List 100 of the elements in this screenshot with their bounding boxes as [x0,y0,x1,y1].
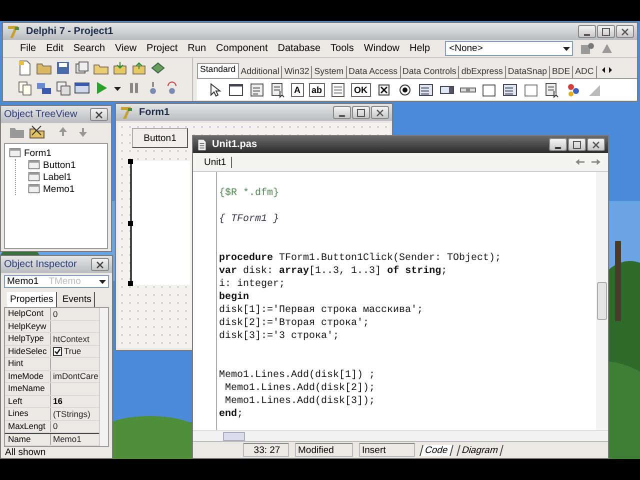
radio-icon[interactable] [396,82,413,98]
menu-item[interactable]: File [15,43,42,54]
code-line: var disk: array[1..3, 1..3] of string; [219,266,448,277]
close-icon [592,140,600,148]
menu-item[interactable]: Window [358,43,404,54]
property-value[interactable]: 0 [51,308,58,320]
object-selector[interactable]: Memo1 TMemo [4,275,109,288]
tree-item[interactable]: Form1 [24,148,52,158]
checkbox[interactable] [53,346,62,356]
menu-item[interactable]: Run [182,43,212,54]
close-button[interactable] [587,138,605,151]
property-value[interactable]: True [64,346,82,356]
property-name[interactable]: HelpCont [5,308,51,320]
property-name[interactable]: HelpType [5,333,51,344]
palette-tab[interactable]: Standard [197,63,239,78]
package-icon[interactable] [150,60,166,76]
logo-icon [6,24,22,40]
menu-item[interactable]: Help [404,43,436,54]
tree-item[interactable]: Label1 [43,172,72,182]
cursor-position: 33: 27 [243,443,289,457]
window-title: Delphi 7 - Project1 [26,26,114,37]
menu-item[interactable]: View [110,43,142,54]
code-line: disk[2]:='Вторая строка'; [219,318,370,329]
property-name[interactable]: Name [5,434,51,444]
delete-icon[interactable] [29,124,45,140]
copy-icon[interactable] [17,80,33,96]
memo-control[interactable] [130,161,190,285]
property-name[interactable]: ImeName [5,383,51,394]
component-icon [28,171,40,183]
property-value[interactable]: 0 [51,420,58,432]
property-value[interactable]: 16 [51,396,62,407]
listbox-icon[interactable] [502,82,518,98]
minimize-button[interactable] [549,138,567,151]
menu-item[interactable]: Project [142,43,183,54]
windows-icon[interactable] [36,80,52,96]
scrollbar[interactable] [596,172,608,430]
menu-item[interactable]: Component [211,43,273,54]
tree-item[interactable]: Button1 [43,160,76,170]
popup-menu-icon[interactable] [270,82,286,98]
minimize-icon [339,114,345,116]
export-icon[interactable] [131,60,147,76]
property-value[interactable]: (TStrings) [51,408,90,420]
modified-status: Modified [295,443,353,457]
minimize-icon [584,34,590,36]
component-icon[interactable]: ab [308,82,326,96]
property-name[interactable]: HideSelec [5,346,51,357]
maximize-button[interactable] [352,106,370,119]
inspector-tab[interactable]: Properties [7,292,58,307]
form-button[interactable]: Button1 [132,128,188,148]
menu-item[interactable]: Edit [41,43,68,54]
tree-item[interactable]: Memo1 [43,184,75,194]
menu-item[interactable]: Search [68,43,110,54]
minimize-button[interactable] [578,25,596,38]
status-text: All shown [5,446,46,458]
maximize-button[interactable] [568,138,586,151]
view-tab[interactable]: Code [420,444,454,456]
maximize-button[interactable] [597,25,615,38]
close-button[interactable] [616,25,634,38]
property-value[interactable]: Memo1 [51,434,82,444]
frame-icon[interactable] [228,82,244,98]
code-line: begin [219,292,250,303]
listbox-icon[interactable] [418,82,434,98]
property-name[interactable]: Lines [5,408,51,420]
property-name[interactable]: Left [5,396,51,407]
popup-menu-icon[interactable] [544,82,560,98]
desktop-combo[interactable]: <None> [445,41,574,56]
property-value[interactable]: htContext [51,333,90,344]
file-tab[interactable]: Unit1 [199,156,232,168]
checkbox-icon[interactable] [376,82,392,98]
import-icon[interactable] [112,60,128,76]
document-icon[interactable] [17,60,33,76]
panel-icon[interactable] [522,82,539,98]
scrollbar[interactable] [193,430,608,441]
close-button[interactable] [371,106,389,119]
groupbox-icon[interactable] [480,82,497,98]
back-arrow-icon[interactable] [574,156,586,168]
logo-icon [119,104,135,120]
close-icon [96,260,104,268]
property-name[interactable]: Hint [5,358,51,370]
minimize-button[interactable] [333,106,351,119]
view-tab[interactable]: Diagram [456,444,504,456]
scrollbar[interactable] [99,308,108,446]
window-title: Unit1.pas [212,139,258,150]
menu-icon[interactable] [249,82,265,98]
component-icon[interactable]: A [291,82,304,96]
stacked-windows-icon[interactable] [74,60,90,76]
close-button[interactable] [91,258,109,271]
forms-icon[interactable] [55,80,71,96]
form-icon[interactable] [74,80,90,96]
property-value[interactable]: imDontCare [51,370,98,382]
close-button[interactable] [90,108,108,121]
document-icon [196,138,208,150]
code-line: Memo1.Lines.Add(disk[3]); [224,396,376,407]
menu-item[interactable]: Tools [326,43,359,54]
property-name[interactable]: HelpKeyw [5,320,51,332]
component-icon[interactable]: OK [351,82,371,96]
memo-icon[interactable] [330,82,346,98]
menu-item[interactable]: Database [272,43,326,54]
property-name[interactable]: ImeMode [5,370,51,382]
property-name[interactable]: MaxLengt [5,420,51,432]
